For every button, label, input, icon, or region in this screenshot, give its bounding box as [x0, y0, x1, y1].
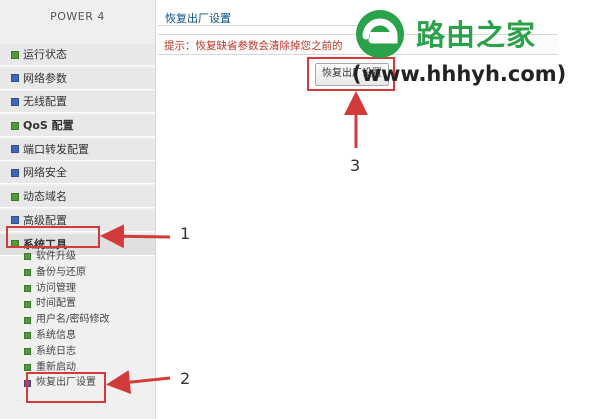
submenu-item-label: 访问管理: [36, 282, 76, 294]
submenu-item-system-log[interactable]: 系统日志: [24, 344, 154, 360]
submenu-item-firmware-upgrade[interactable]: 软件升级: [24, 249, 154, 265]
submenu-item-label: 软件升级: [36, 251, 76, 262]
page-title: 恢复出厂设置: [165, 12, 231, 25]
watermark-brand: 路由之家: [416, 18, 537, 52]
step-label-1: 1: [180, 224, 191, 243]
highlight-factory-reset: [26, 372, 106, 403]
sidebar-item-label: 端口转发配置: [23, 142, 89, 156]
step-label-2: 2: [180, 369, 191, 388]
sidebar-item-ddns[interactable]: 动态域名: [0, 186, 155, 209]
bullet-icon: [24, 284, 31, 292]
submenu-item-label: 备份与还原: [36, 266, 86, 278]
bullet-icon: [11, 74, 19, 83]
bullet-icon: [11, 192, 19, 201]
sidebar-item-label: 动态域名: [23, 190, 67, 204]
watermark-url: (www.hhhyh.com): [352, 62, 567, 86]
bullet-icon: [11, 145, 19, 154]
sidebar-item-status[interactable]: 运行状态: [0, 44, 155, 66]
submenu-item-system-info[interactable]: 系统信息: [24, 328, 154, 344]
submenu-item-time-settings[interactable]: 时间配置: [24, 296, 154, 312]
sidebar-item-security[interactable]: 网络安全: [0, 162, 155, 185]
submenu-item-password[interactable]: 用户名/密码修改: [24, 312, 154, 328]
bullet-icon: [24, 253, 31, 261]
submenu-item-label: 系统日志: [36, 345, 76, 357]
notice-text: 提示：恢复缺省参数会清除掉您之前的: [164, 40, 343, 52]
sidebar-item-wireless[interactable]: 无线配置: [0, 91, 155, 114]
system-tools-submenu: 软件升级 备份与还原 访问管理 时间配置 用户名/密码修改 系统信息 系统日志: [24, 249, 154, 391]
sidebar-item-label: 无线配置: [23, 95, 67, 109]
router-home-logo: [356, 10, 404, 58]
bullet-icon: [11, 168, 19, 177]
sidebar-item-label: QoS 配置: [23, 119, 74, 133]
submenu-item-label: 用户名/密码修改: [36, 314, 110, 326]
sidebar-item-label: 运行状态: [23, 48, 67, 61]
bullet-icon: [24, 348, 31, 356]
sidebar-item-network[interactable]: 网络参数: [0, 67, 155, 90]
submenu-item-label: 系统信息: [36, 329, 76, 341]
sidebar-item-label: 网络安全: [23, 166, 67, 180]
bullet-icon: [24, 363, 31, 371]
highlight-system-tools: [6, 226, 100, 248]
bullet-icon: [11, 121, 19, 130]
submenu-item-backup-restore[interactable]: 备份与还原: [24, 265, 154, 281]
sidebar-item-port-forwarding[interactable]: 端口转发配置: [0, 138, 155, 161]
bullet-icon: [11, 50, 19, 59]
bullet-icon: [24, 269, 31, 277]
bullet-icon: [11, 97, 19, 106]
brand-title: POWER 4: [50, 10, 105, 23]
sidebar-item-qos[interactable]: QoS 配置: [0, 115, 155, 138]
bullet-icon: [24, 300, 31, 308]
step-label-3: 3: [350, 156, 361, 175]
bullet-icon: [11, 216, 19, 225]
submenu-item-access-management[interactable]: 访问管理: [24, 281, 154, 297]
bullet-icon: [24, 332, 31, 340]
bullet-icon: [24, 316, 31, 324]
sidebar: POWER 4 运行状态 网络参数 无线配置 QoS 配置 端口转发配置 网络安…: [0, 0, 156, 419]
submenu-item-label: 时间配置: [36, 298, 76, 310]
sidebar-item-label: 网络参数: [23, 71, 67, 85]
